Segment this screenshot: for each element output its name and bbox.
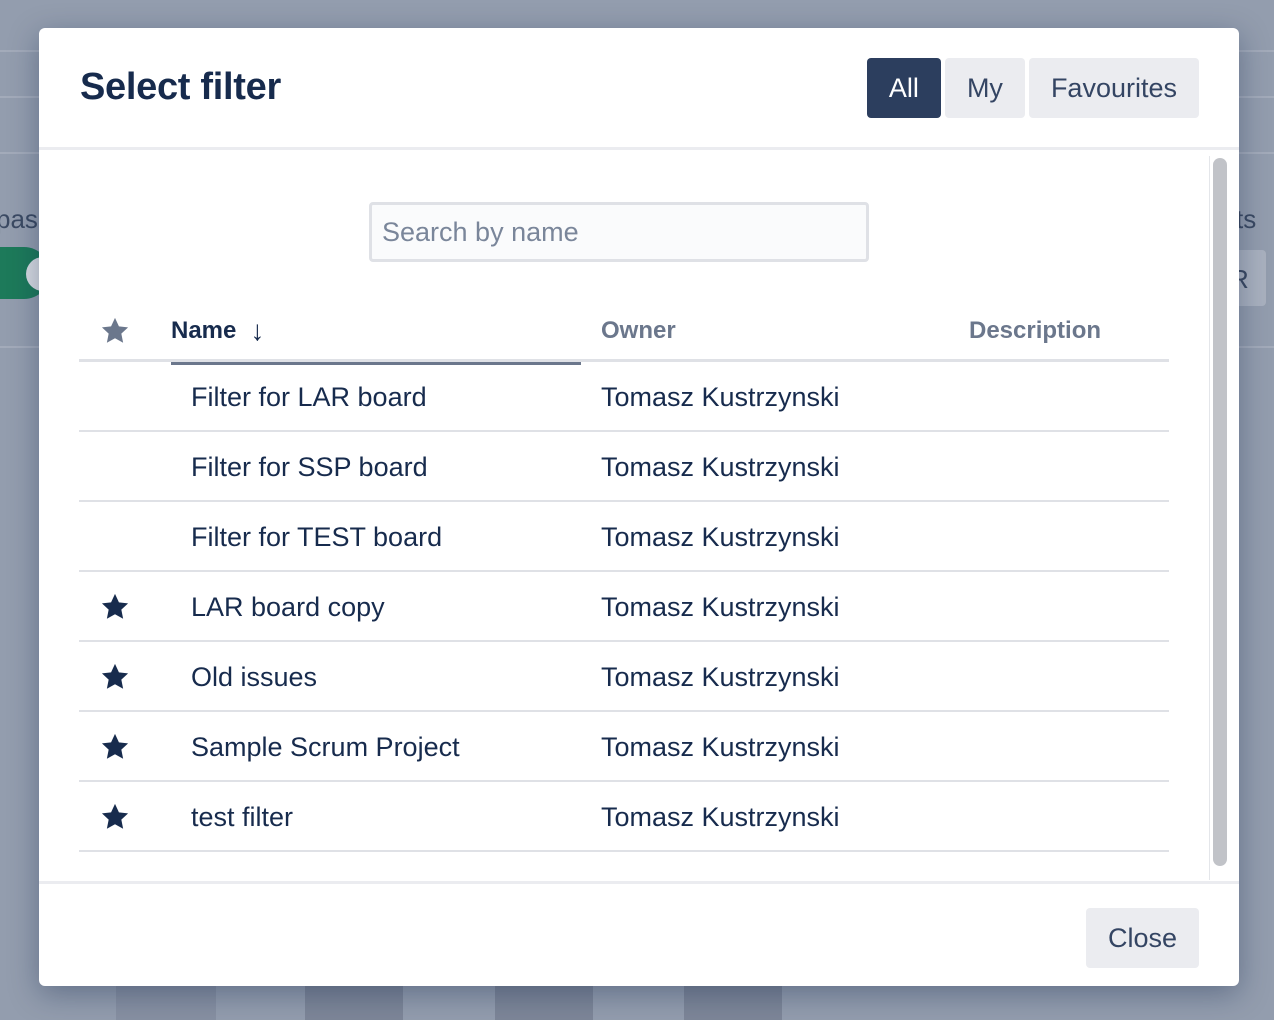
table-row[interactable]: Filter for LAR board Tomasz Kustrzynski	[79, 362, 1169, 432]
close-button[interactable]: Close	[1085, 908, 1199, 968]
favourite-toggle[interactable]	[99, 432, 131, 502]
star-filled-icon	[101, 733, 129, 759]
filter-scope-tabs: All My Favourites	[866, 58, 1199, 118]
table-body: Filter for LAR board Tomasz Kustrzynski Fi…	[79, 362, 1169, 852]
filter-name[interactable]: Filter for LAR board	[191, 362, 427, 432]
column-header-description[interactable]: Description	[969, 300, 1101, 362]
table-row[interactable]: Sample Scrum Project Tomasz Kustrzynski	[79, 712, 1169, 782]
bg-block	[116, 980, 216, 1020]
bg-label-right: ts	[1236, 204, 1257, 234]
favourite-toggle[interactable]	[99, 712, 131, 782]
favourite-toggle[interactable]	[99, 782, 131, 852]
filter-owner: Tomasz Kustrzynski	[601, 521, 840, 552]
column-header-favourite[interactable]	[99, 300, 131, 362]
favourite-toggle[interactable]	[99, 362, 131, 432]
filter-name[interactable]: Old issues	[191, 642, 317, 712]
dialog-footer: Close	[39, 881, 1239, 986]
filter-owner: Tomasz Kustrzynski	[601, 801, 840, 832]
dialog-title: Select filter	[80, 66, 281, 108]
filter-owner: Tomasz Kustrzynski	[601, 591, 840, 622]
tab-favourites[interactable]: Favourites	[1028, 58, 1199, 118]
favourite-toggle[interactable]	[99, 502, 131, 572]
star-icon	[101, 317, 129, 343]
column-header-name[interactable]: Name ↓	[171, 300, 581, 365]
table-row[interactable]: Filter for TEST board Tomasz Kustrzynski	[79, 502, 1169, 572]
filter-owner: Tomasz Kustrzynski	[601, 381, 840, 412]
filter-name[interactable]: LAR board copy	[191, 572, 385, 642]
dialog-header: Select filter All My Favourites	[39, 28, 1239, 150]
table-row[interactable]: Filter for SSP board Tomasz Kustrzynski	[79, 432, 1169, 502]
tab-my[interactable]: My	[944, 58, 1025, 118]
filter-name[interactable]: Sample Scrum Project	[191, 712, 460, 782]
search-input[interactable]	[369, 202, 869, 262]
table-row[interactable]: LAR board copy Tomasz Kustrzynski	[79, 572, 1169, 642]
column-header-name-label: Name	[171, 317, 237, 344]
table-row[interactable]: Old issues Tomasz Kustrzynski	[79, 642, 1169, 712]
bg-label-left: pas	[0, 204, 38, 234]
table-header: Name ↓ Owner Description	[79, 300, 1169, 365]
sort-descending-icon: ↓	[250, 315, 265, 346]
filter-name[interactable]: test filter	[191, 782, 293, 852]
favourite-toggle[interactable]	[99, 642, 131, 712]
favourite-toggle[interactable]	[99, 572, 131, 642]
filter-name[interactable]: Filter for TEST board	[191, 502, 442, 572]
tab-all[interactable]: All	[866, 58, 941, 118]
bg-block	[495, 980, 593, 1020]
bg-block	[305, 980, 403, 1020]
column-header-owner[interactable]: Owner	[601, 300, 676, 362]
filter-name[interactable]: Filter for SSP board	[191, 432, 428, 502]
filter-owner: Tomasz Kustrzynski	[601, 661, 840, 692]
star-filled-icon	[101, 663, 129, 689]
table-row[interactable]: test filter Tomasz Kustrzynski	[79, 782, 1169, 852]
filters-table: Name ↓ Owner Description Filter for LAR …	[79, 300, 1169, 852]
filter-owner: Tomasz Kustrzynski	[601, 451, 840, 482]
scrollbar-thumb[interactable]	[1213, 158, 1227, 866]
filter-owner: Tomasz Kustrzynski	[601, 731, 840, 762]
select-filter-dialog: Select filter All My Favourites Name ↓	[39, 28, 1239, 986]
bg-block	[684, 980, 782, 1020]
star-filled-icon	[101, 803, 129, 829]
dialog-body: Name ↓ Owner Description Filter for LAR …	[39, 150, 1239, 884]
star-filled-icon	[101, 593, 129, 619]
